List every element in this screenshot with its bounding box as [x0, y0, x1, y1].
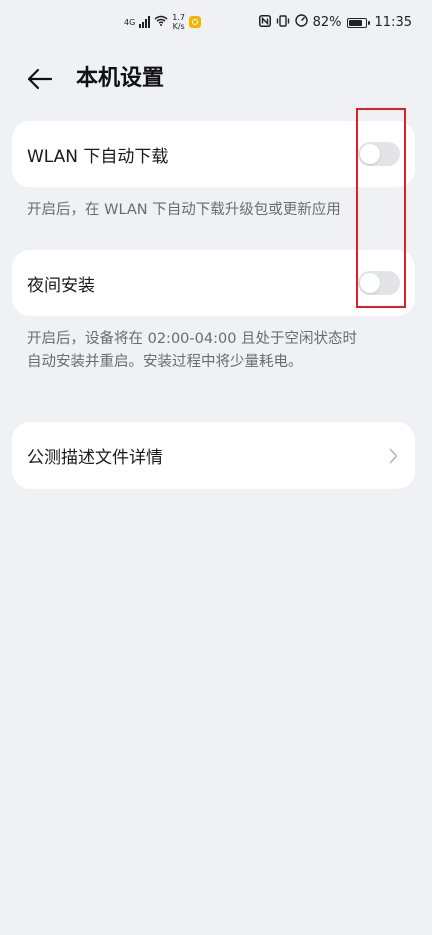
night-install-description-line2: 自动安装并重启。安装过程中将少量耗电。	[27, 354, 303, 370]
night-install-card: 夜间安装	[12, 250, 415, 316]
signal-icon	[139, 16, 151, 28]
back-button[interactable]	[26, 65, 54, 93]
status-left: 4G 1.7 K/s	[124, 13, 202, 31]
data-saver-icon	[294, 14, 308, 31]
network-speed: 1.7 K/s	[172, 13, 185, 31]
beta-details-label: 公测描述文件详情	[27, 448, 163, 468]
wifi-icon	[154, 15, 168, 29]
battery-icon	[346, 17, 370, 28]
wlan-download-card: WLAN 下自动下载	[12, 121, 415, 187]
status-bar: 4G 1.7 K/s 82% 11:35	[0, 0, 432, 46]
night-install-description: 开启后，设备将在 02:00-04:00 且处于空闲状态时 自动安装并重启。安装…	[27, 328, 407, 374]
page-title: 本机设置	[76, 66, 165, 91]
wlan-download-description: 开启后，在 WLAN 下自动下载升级包或更新应用	[27, 202, 341, 218]
chevron-right-icon	[386, 446, 400, 466]
arrow-left-icon	[27, 68, 53, 90]
clock: 11:35	[374, 15, 412, 30]
network-speed-value: 1.7	[172, 13, 186, 22]
header: 本机设置	[0, 56, 432, 102]
night-install-description-line1: 开启后，设备将在 02:00-04:00 且处于空闲状态时	[27, 331, 358, 347]
beta-details-card[interactable]: 公测描述文件详情	[12, 422, 415, 489]
beta-details-row: 公测描述文件详情	[27, 422, 400, 489]
app-notification-icon	[189, 16, 202, 28]
network-speed-unit: K/s	[172, 22, 185, 31]
night-install-label: 夜间安装	[27, 275, 95, 296]
network-type-label: 4G	[124, 17, 136, 27]
vibrate-icon	[276, 14, 290, 31]
wlan-download-row: WLAN 下自动下载	[27, 121, 400, 187]
night-install-row: 夜间安装	[27, 250, 400, 316]
nfc-icon	[258, 14, 271, 31]
status-right: 82% 11:35	[258, 14, 412, 31]
wlan-download-label: WLAN 下自动下载	[27, 146, 169, 167]
highlight-box	[356, 108, 406, 308]
battery-percent: 82%	[312, 15, 342, 30]
